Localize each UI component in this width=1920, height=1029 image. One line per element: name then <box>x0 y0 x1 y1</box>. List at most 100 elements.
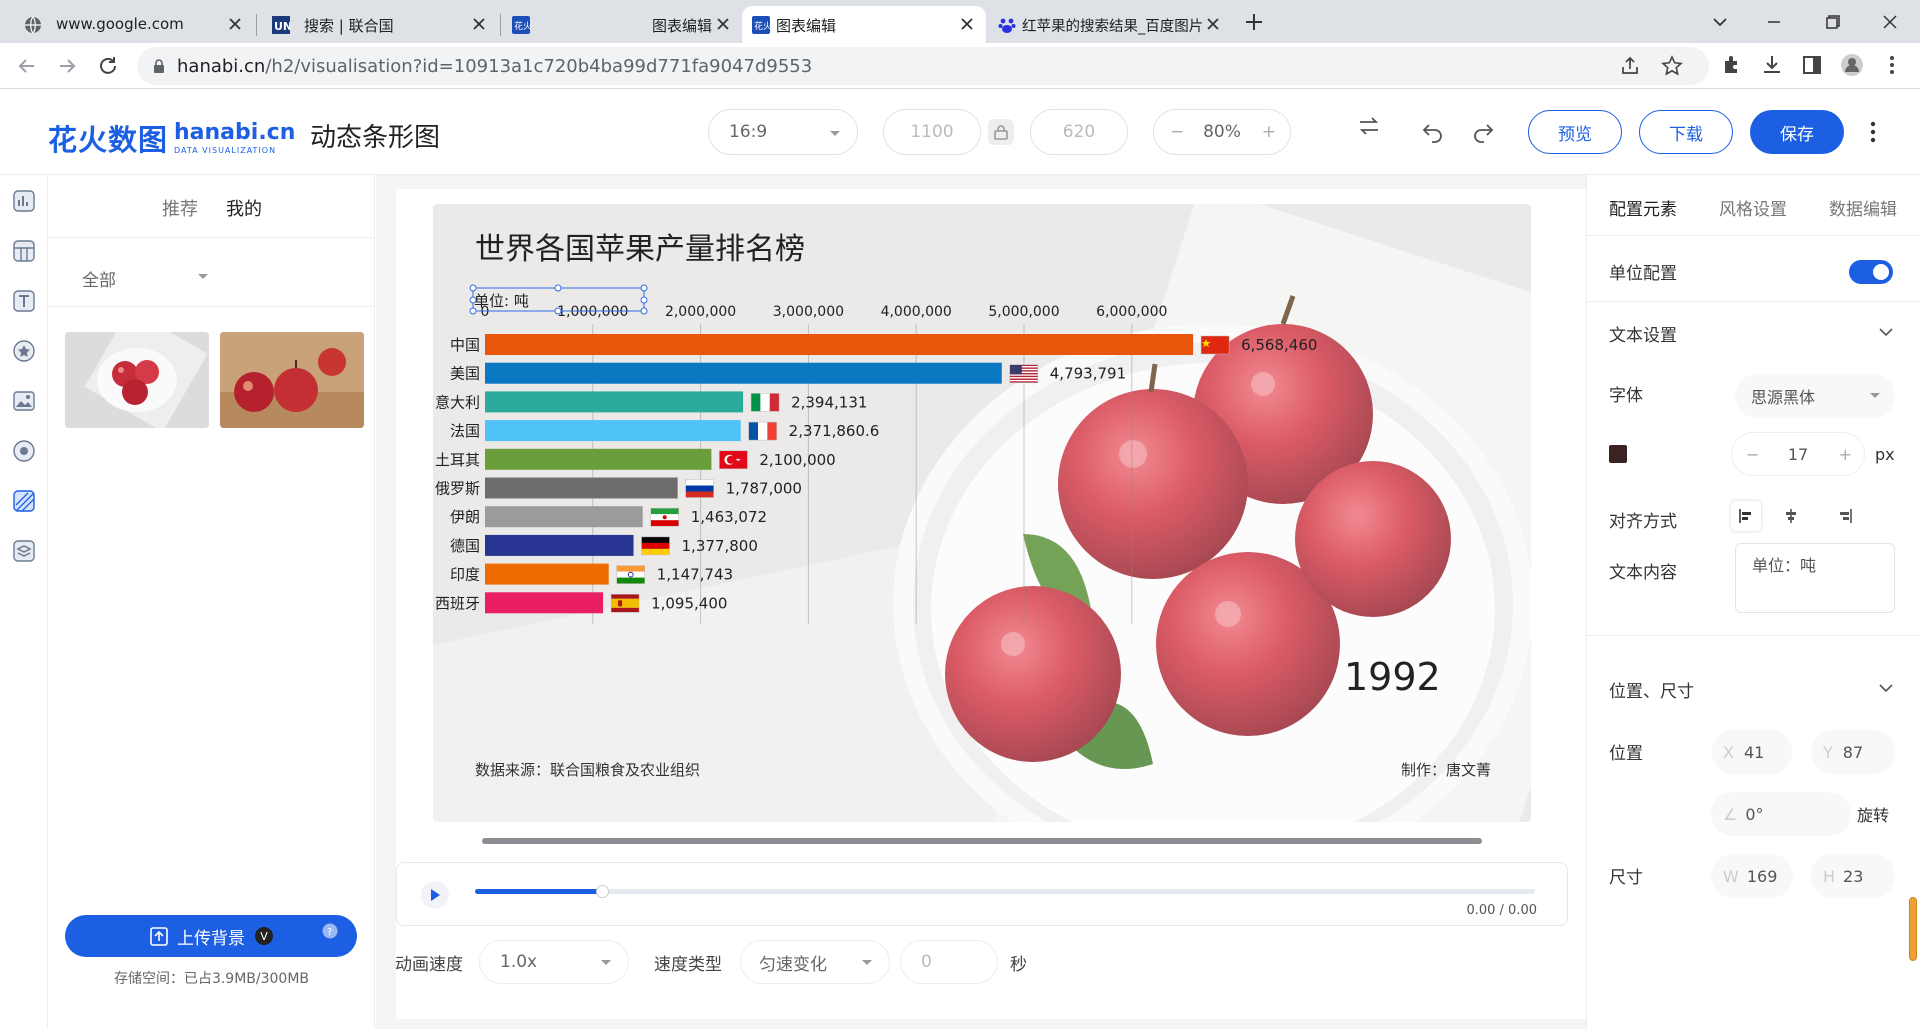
duration-input[interactable]: 0 <box>900 940 998 984</box>
unit-label[interactable]: 单位: 吨 <box>474 292 529 310</box>
un-icon: UN <box>272 16 290 34</box>
width-input[interactable]: 1100 <box>883 109 981 155</box>
download-icon[interactable] <box>1760 53 1784 77</box>
speed-type-select[interactable]: 匀速变化 <box>740 940 890 984</box>
undo-icon[interactable] <box>1420 119 1446 145</box>
tab-elements[interactable]: 配置元素 <box>1609 195 1677 220</box>
bar <box>485 334 1194 355</box>
close-tab-icon[interactable] <box>714 15 732 33</box>
speed-select[interactable]: 1.0x <box>479 940 629 984</box>
align-right-icon[interactable] <box>1837 508 1853 524</box>
more-menu-icon[interactable] <box>1862 119 1884 145</box>
chevron-down-icon[interactable] <box>1879 683 1893 693</box>
profile-avatar-icon[interactable] <box>1840 53 1864 77</box>
tab-search-chevron-icon[interactable] <box>1706 8 1734 36</box>
layer-tool-icon[interactable] <box>12 539 36 563</box>
upload-background-button[interactable]: 上传背景 V <box>65 915 357 957</box>
maximize-icon[interactable] <box>1818 8 1846 36</box>
timeline-handle[interactable] <box>596 885 610 898</box>
save-button[interactable]: 保存 <box>1750 110 1844 154</box>
address-bar[interactable]: hanabi.cn/h2/visualisation?id=10913a1c72… <box>137 47 1709 85</box>
close-window-icon[interactable] <box>1876 8 1904 36</box>
background-thumbnail-1[interactable] <box>65 332 209 428</box>
logo[interactable]: 花火数图 hanabi.cn DATA VISUALIZATION <box>48 117 295 159</box>
ratio-select[interactable]: 16:9 <box>708 109 858 155</box>
browser-menu-icon[interactable] <box>1880 53 1904 77</box>
browser-tab-google[interactable]: www.google.com <box>6 6 254 43</box>
media-tool-icon[interactable] <box>12 439 36 463</box>
play-button[interactable] <box>421 881 449 909</box>
tab-style[interactable]: 风格设置 <box>1719 195 1787 220</box>
reload-icon[interactable] <box>95 53 121 79</box>
panel-scrollbar[interactable] <box>1909 897 1917 961</box>
timeline-track[interactable] <box>475 885 1535 898</box>
apples-table-thumbnail <box>220 332 364 428</box>
download-button[interactable]: 下载 <box>1639 110 1733 154</box>
align-center-icon[interactable] <box>1783 508 1799 524</box>
help-icon[interactable]: ? <box>322 923 338 939</box>
font-label: 字体 <box>1609 386 1643 406</box>
aspect-lock-button[interactable] <box>988 119 1014 145</box>
category-label: 法国 <box>450 422 480 440</box>
zoom-in-button[interactable]: + <box>1262 122 1276 142</box>
background-tool-icon[interactable] <box>12 489 36 513</box>
font-select[interactable]: 思源黑体 <box>1735 374 1895 418</box>
x-axis-letter: X <box>1723 742 1734 762</box>
minimize-icon[interactable] <box>1760 8 1788 36</box>
preview-button[interactable]: 预览 <box>1528 110 1622 154</box>
browser-tab-un[interactable]: UN 搜索 | 联合国 <box>258 6 498 43</box>
browser-tab-chart-edit-1[interactable]: 花火 图表编辑 <box>502 6 742 43</box>
x-input[interactable]: X 41 <box>1711 730 1793 774</box>
flag <box>641 536 670 556</box>
shape-tool-icon[interactable] <box>12 339 36 363</box>
extensions-icon[interactable] <box>1720 53 1744 77</box>
chevron-down-icon[interactable] <box>1879 327 1893 337</box>
close-tab-icon[interactable] <box>470 15 488 33</box>
height-input-field[interactable]: H 23 <box>1811 854 1895 898</box>
chart-title[interactable]: 世界各国苹果产量排名榜 <box>475 232 805 267</box>
y-input[interactable]: Y 87 <box>1811 730 1895 774</box>
background-thumbnail-2[interactable] <box>220 332 364 428</box>
tab-title: www.google.com <box>56 15 184 33</box>
category-label: 意大利 <box>435 393 480 411</box>
flag-crescent <box>726 455 735 464</box>
flag-part <box>611 598 640 608</box>
rotation-input[interactable]: ∠ 0° <box>1711 792 1851 836</box>
tab-recommended[interactable]: 推荐 <box>162 195 198 221</box>
position-size-header[interactable]: 位置、尺寸 <box>1609 677 1694 702</box>
chart-stage[interactable]: 0 1,000,000 2,000,000 3,000,000 4,000,000 5,0… <box>433 204 1531 822</box>
text-tool-icon[interactable] <box>12 289 36 313</box>
height-input[interactable]: 620 <box>1030 109 1128 155</box>
category-label: 俄罗斯 <box>435 480 480 498</box>
text-settings-header[interactable]: 文本设置 <box>1609 321 1677 346</box>
close-tab-icon[interactable] <box>226 15 244 33</box>
align-left-button[interactable] <box>1731 501 1761 531</box>
browser-tab-chart-edit-active[interactable]: 花火 图表编辑 <box>742 6 986 43</box>
side-panel-icon[interactable] <box>1800 53 1824 77</box>
tab-data[interactable]: 数据编辑 <box>1829 195 1897 220</box>
text-content-input[interactable]: 单位：吨 <box>1735 543 1895 613</box>
unit-config-toggle[interactable] <box>1849 260 1893 284</box>
bookmark-star-icon[interactable] <box>1661 55 1683 77</box>
category-select[interactable]: 全部 <box>68 255 188 301</box>
table-tool-icon[interactable] <box>12 239 36 263</box>
close-tab-icon[interactable] <box>958 15 976 33</box>
tab-mine[interactable]: 我的 <box>226 195 262 221</box>
font-size-increase[interactable]: + <box>1839 445 1852 464</box>
close-tab-icon[interactable] <box>1204 15 1222 33</box>
config-panel: 配置元素 风格设置 数据编辑 单位配置 文本设置 字体 思源黑体 − 17 + … <box>1586 175 1920 1029</box>
text-color-swatch[interactable] <box>1609 445 1627 463</box>
chart-tool-icon[interactable] <box>12 189 36 213</box>
swap-icon[interactable] <box>1356 113 1382 139</box>
canvas-horizontal-scrollbar[interactable] <box>482 838 1482 844</box>
image-tool-icon[interactable] <box>12 389 36 413</box>
new-tab-icon[interactable] <box>1242 10 1266 34</box>
flag-part <box>650 508 679 515</box>
share-icon[interactable] <box>1619 55 1641 77</box>
back-icon[interactable] <box>14 53 40 79</box>
speed-type-value: 匀速变化 <box>759 954 827 975</box>
redo-icon[interactable] <box>1470 119 1496 145</box>
width-input-field[interactable]: W 169 <box>1711 854 1793 898</box>
browser-tab-baidu[interactable]: 红苹果的搜索结果_百度图片搜索 <box>988 6 1232 43</box>
forward-icon[interactable] <box>54 53 80 79</box>
